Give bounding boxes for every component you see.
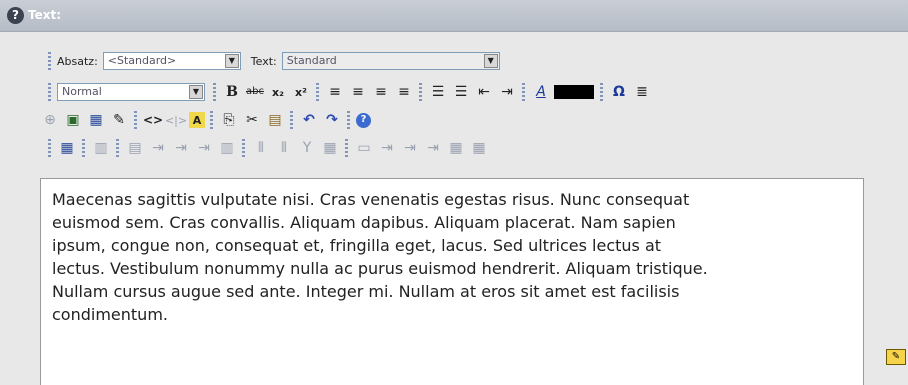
rich-text-editor[interactable]: Maecenas sagittis vulputate nisi. Cras v… [40,178,864,385]
link-icon[interactable]: ⊕ [40,110,60,130]
toolbar-row-1: Absatz: <Standard> ▼ Text: Standard ▼ [46,49,500,73]
text-color-button[interactable]: A [531,82,551,102]
cell-button-2[interactable]: ⇥ [377,138,397,158]
toolbar-row-3: ⊕ ▣ ▦ ✎ <> <|> A ⎘ ✂ ▤ ↶ ↷ ? [40,108,374,132]
superscript-button[interactable]: x² [291,82,311,102]
toolbar-grip[interactable] [116,139,119,157]
indent-button[interactable]: ⇥ [497,82,517,102]
align-justify-button[interactable]: ≡ [394,82,414,102]
text-style-select-value: Standard [286,54,337,67]
section-title: Text: [28,8,62,22]
chevron-down-icon[interactable]: ▼ [224,54,239,68]
paragraph-label: Absatz: [57,54,98,68]
split-cells-button[interactable]: Y [297,138,317,158]
toolbar-grip[interactable] [419,83,422,101]
merge-cells-alt-button[interactable]: ⫴ [274,138,294,158]
delete-row-button[interactable]: ⇥ [194,138,214,158]
special-char-button[interactable]: Ω [609,82,629,102]
format-select[interactable]: Normal ▼ [57,83,205,101]
subscript-button[interactable]: x₂ [268,82,288,102]
editor-line: Nullam cursus augue sed ante. Integer mi… [52,282,680,301]
format-select-value: Normal [62,85,102,98]
image-icon[interactable]: ▣ [63,110,83,130]
text-label: Text: [250,54,277,68]
toolbar-grip[interactable] [48,52,51,70]
table-props-button[interactable]: ▦ [57,138,77,158]
cell-button-1[interactable]: ▭ [354,138,374,158]
editor-line: ipsum, congue non, consequat et, fringil… [52,236,662,255]
editor-line: lectus. Vestibulum nonummy nulla ac puru… [52,259,708,278]
text-style-select[interactable]: Standard ▼ [281,52,500,70]
help-button[interactable]: ? [356,112,371,128]
strikethrough-button[interactable]: abc [245,82,265,102]
editor-content[interactable]: Maecenas sagittis vulputate nisi. Cras v… [52,188,858,326]
merge-cells-button[interactable]: ⫴ [251,138,271,158]
toolbar-grip[interactable] [242,139,245,157]
chevron-down-icon[interactable]: ▼ [483,54,498,68]
outdent-button[interactable]: ⇤ [474,82,494,102]
horizontal-rule-button[interactable]: ≣ [632,82,652,102]
toolbar-grip[interactable] [347,111,350,129]
paragraph-select[interactable]: <Standard> ▼ [102,52,241,70]
editor-line: euismod sem. Cras convallis. Aliquam dap… [52,213,676,232]
toolbar-grip[interactable] [134,111,137,129]
cell-props-button[interactable]: ▥ [91,138,111,158]
source-code-button[interactable]: <> [143,110,163,130]
toolbar-grip[interactable] [522,83,525,101]
paste-button[interactable]: ▤ [265,110,285,130]
cell-button-6[interactable]: ▦ [469,138,489,158]
align-left-button[interactable]: ≡ [325,82,345,102]
toolbar-grip[interactable] [48,139,51,157]
insert-icon[interactable]: ✎ [109,110,129,130]
toolbar-grip[interactable] [48,83,51,101]
insert-row-after-button[interactable]: ⇥ [171,138,191,158]
help-icon[interactable]: ? [7,7,24,24]
bold-button[interactable]: B [222,82,242,102]
edit-note-icon[interactable]: ✎ [886,349,906,365]
source-toggle-button[interactable]: <|> [165,110,187,130]
toolbar-grip[interactable] [600,83,603,101]
paragraph-select-value: <Standard> [107,54,177,67]
toolbar-row-4: ▦ ▥ ▤ ⇥ ⇥ ⇥ ▥ ⫴ ⫴ Y ▦ ▭ ⇥ ⇥ ⇥ ▦ ▦ [46,136,492,160]
editor-line: Maecenas sagittis vulputate nisi. Cras v… [52,190,690,209]
toolbar-grip[interactable] [210,111,213,129]
cell-button-4[interactable]: ⇥ [423,138,443,158]
toolbar-grip[interactable] [213,83,216,101]
toolbar-grip[interactable] [82,139,85,157]
chevron-down-icon[interactable]: ▼ [189,85,203,99]
table-icon[interactable]: ▦ [86,110,106,130]
find-replace-button[interactable]: A [189,112,205,128]
col-props-button[interactable]: ▥ [217,138,237,158]
row-props-button[interactable]: ▤ [125,138,145,158]
redo-button[interactable]: ↷ [322,110,342,130]
unordered-list-button[interactable]: ☰ [451,82,471,102]
copy-button[interactable]: ⎘ [219,110,239,130]
cut-button[interactable]: ✂ [242,110,262,130]
toolbar-grip[interactable] [290,111,293,129]
column-button[interactable]: ▦ [320,138,340,158]
section-header: ? Text: [0,0,908,32]
align-center-button[interactable]: ≡ [348,82,368,102]
cell-button-5[interactable]: ▦ [446,138,466,158]
toolbar-grip[interactable] [316,83,319,101]
editor-line: condimentum. [52,305,168,324]
toolbar-grip[interactable] [345,139,348,157]
text-color-swatch[interactable] [554,85,594,99]
align-right-button[interactable]: ≡ [371,82,391,102]
ordered-list-button[interactable]: ☰ [428,82,448,102]
undo-button[interactable]: ↶ [299,110,319,130]
insert-row-before-button[interactable]: ⇥ [148,138,168,158]
toolbar-row-2: Normal ▼ B abc x₂ x² ≡ ≡ ≡ ≡ ☰ ☰ ⇤ ⇥ A Ω… [46,80,655,104]
cell-button-3[interactable]: ⇥ [400,138,420,158]
